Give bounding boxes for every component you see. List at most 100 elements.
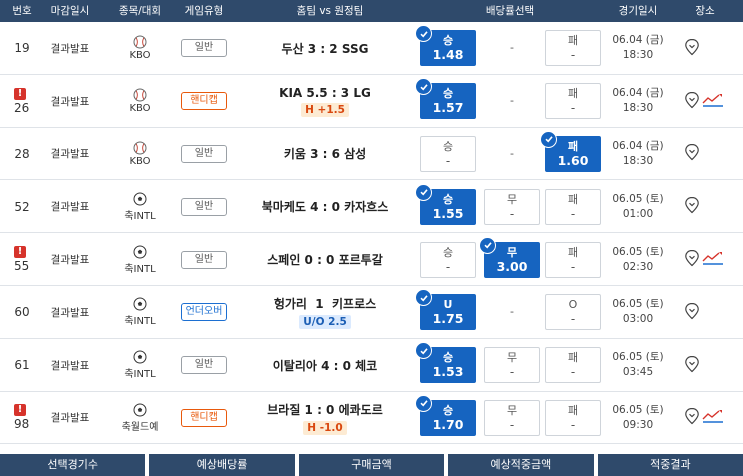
odds-option[interactable]: 패- [545,30,601,67]
venue [676,392,736,445]
match-time: 18:30 [622,102,654,115]
match-number-label: 98 [14,417,30,432]
soccer-ball-icon [133,297,147,312]
location-pin-icon[interactable] [684,196,700,217]
match-datetime: 06.05 (토) 09:30 [606,392,670,445]
odds-option[interactable]: 무- [484,188,540,225]
footer-expected-odds: 예상배당률 [149,454,295,476]
location-pin-icon[interactable] [684,355,700,376]
league-label: KBO [129,50,151,62]
alert-icon: ! [14,87,26,100]
odds-label: 패 [567,403,579,417]
header-game-type: 게임유형 [184,5,224,17]
odds-option[interactable]: 무- [484,399,540,436]
odds-option[interactable]: 승- [420,135,476,172]
match-datetime: 06.04 (금) 18:30 [606,128,670,181]
sport-league: KBO [110,128,170,181]
odds-option[interactable]: 패- [545,83,601,120]
trend-chart-icon[interactable] [702,92,724,111]
match-date: 06.04 (금) [612,87,664,100]
odds-value: - [509,365,515,380]
footer-selected-count: 선택경기수 [0,454,146,476]
location-pin-icon[interactable] [684,38,700,59]
odds-label: 패 [567,351,579,365]
odds-option-selected[interactable]: 승 1.70 [415,394,476,436]
table-row: ! 26 결과발표 KBO 핸디캡 KIA 5.5 : 3 LG H +1.5 승 1.57- 패… [0,75,743,128]
odds-label: 무 [506,192,518,206]
location-pin-icon[interactable] [684,302,700,323]
trend-chart-icon[interactable] [702,250,724,269]
match-number-label: 28 [14,146,30,161]
deadline-status: 결과발표 [50,42,90,55]
header-odds: 배당률선택 [485,5,535,17]
game-type: 일반 [176,22,232,75]
odds-option[interactable]: O- [545,294,601,331]
location-pin-icon[interactable] [684,143,700,164]
header-date: 경기일시 [618,5,658,17]
odds-option-selected[interactable]: 승 1.48 [415,25,476,67]
league-label: 축INTL [124,210,156,222]
table-row: ! 55 결과발표 축INTL 일반 스페인 0 : 0 포르투갈 승 - 무 3.00 패 -06.… [0,233,743,286]
odds-label: 무 [506,245,518,259]
venue [676,75,736,128]
deadline-status: 결과발표 [50,201,90,214]
odds-value: 1.48 [432,47,464,63]
game-type: 일반 [176,180,232,233]
odds-label: 무 [506,351,518,365]
odds-value: - [509,417,515,432]
deadline-status: 결과발표 [50,306,90,319]
odds-option-selected[interactable]: 승 1.57 [415,78,476,120]
location-pin-icon[interactable] [684,91,700,112]
sport-league: KBO [110,22,170,75]
odds-value: 1.75 [432,311,464,327]
league-label: 축월드예 [121,421,159,433]
odds-option[interactable]: 패- [545,188,601,225]
check-icon [415,289,432,307]
odds-option[interactable]: 승- [420,241,476,278]
odds-option[interactable]: 패- [545,241,601,278]
odds-option-selected[interactable]: 패 1.60 [540,130,601,172]
deadline-status: 결과발표 [50,254,90,267]
match-datetime: 06.05 (토) 01:00 [606,180,670,233]
summary-bar: 선택경기수 예상배당률 구매금액 예상적중금액 적중결과 [0,454,743,476]
table-row: 19 결과발표 KBO 일반 두산 3 : 2 SSG 승 1.48- 패 -06.04 (금)… [0,22,743,75]
alert-icon: ! [14,246,26,259]
venue [676,339,736,392]
handicap-value: H -1.0 [303,420,347,435]
odds-option-selected[interactable]: U 1.75 [415,289,476,331]
odds-value: - [570,101,576,116]
odds-label: U [443,298,453,312]
odds-option[interactable]: 패- [545,399,601,436]
location-pin-icon[interactable] [684,407,700,428]
match-teams: 두산 3 : 2 SSG [240,22,410,75]
match-date: 06.05 (토) [612,245,664,258]
baseball-icon [133,141,147,156]
table-header: 번호 마감일시 종목/대회 게임유형 홈팀 vs 원정팀 배당률선택 경기일시 … [0,0,743,22]
location-pin-icon[interactable] [684,249,700,270]
odds-label: 패 [567,192,579,206]
odds-option-selected[interactable]: 승 1.55 [415,183,476,225]
odds-option-selected[interactable]: 무 3.00 [479,236,540,278]
match-score: 이탈리아 4 : 0 체코 [272,358,378,373]
odds-option[interactable]: 무- [484,347,540,384]
odds-option[interactable]: 패- [545,347,601,384]
odds-value: - [570,312,576,327]
odds-label: 패 [567,34,579,48]
odds-label: 승 [442,139,454,153]
match-number: 19 [0,22,44,75]
header-deadline: 마감일시 [50,5,90,17]
odds-value: - [570,259,576,274]
match-number-label: 26 [14,100,30,115]
game-type-badge: 언더오버 [181,303,227,322]
footer-result: 적중결과 [597,454,743,476]
deadline-status: 결과발표 [50,359,90,372]
odds-value: 1.53 [432,364,464,380]
deadline-status: 결과발표 [50,95,90,108]
game-type-badge: 핸디캡 [181,92,227,111]
match-teams: 키움 3 : 6 삼성 [240,128,410,181]
odds-option-selected[interactable]: 승 1.53 [415,342,476,384]
trend-chart-icon[interactable] [702,408,724,427]
match-number: ! 26 [0,75,44,128]
match-datetime: 06.05 (토) 03:45 [606,339,670,392]
venue [676,233,736,286]
